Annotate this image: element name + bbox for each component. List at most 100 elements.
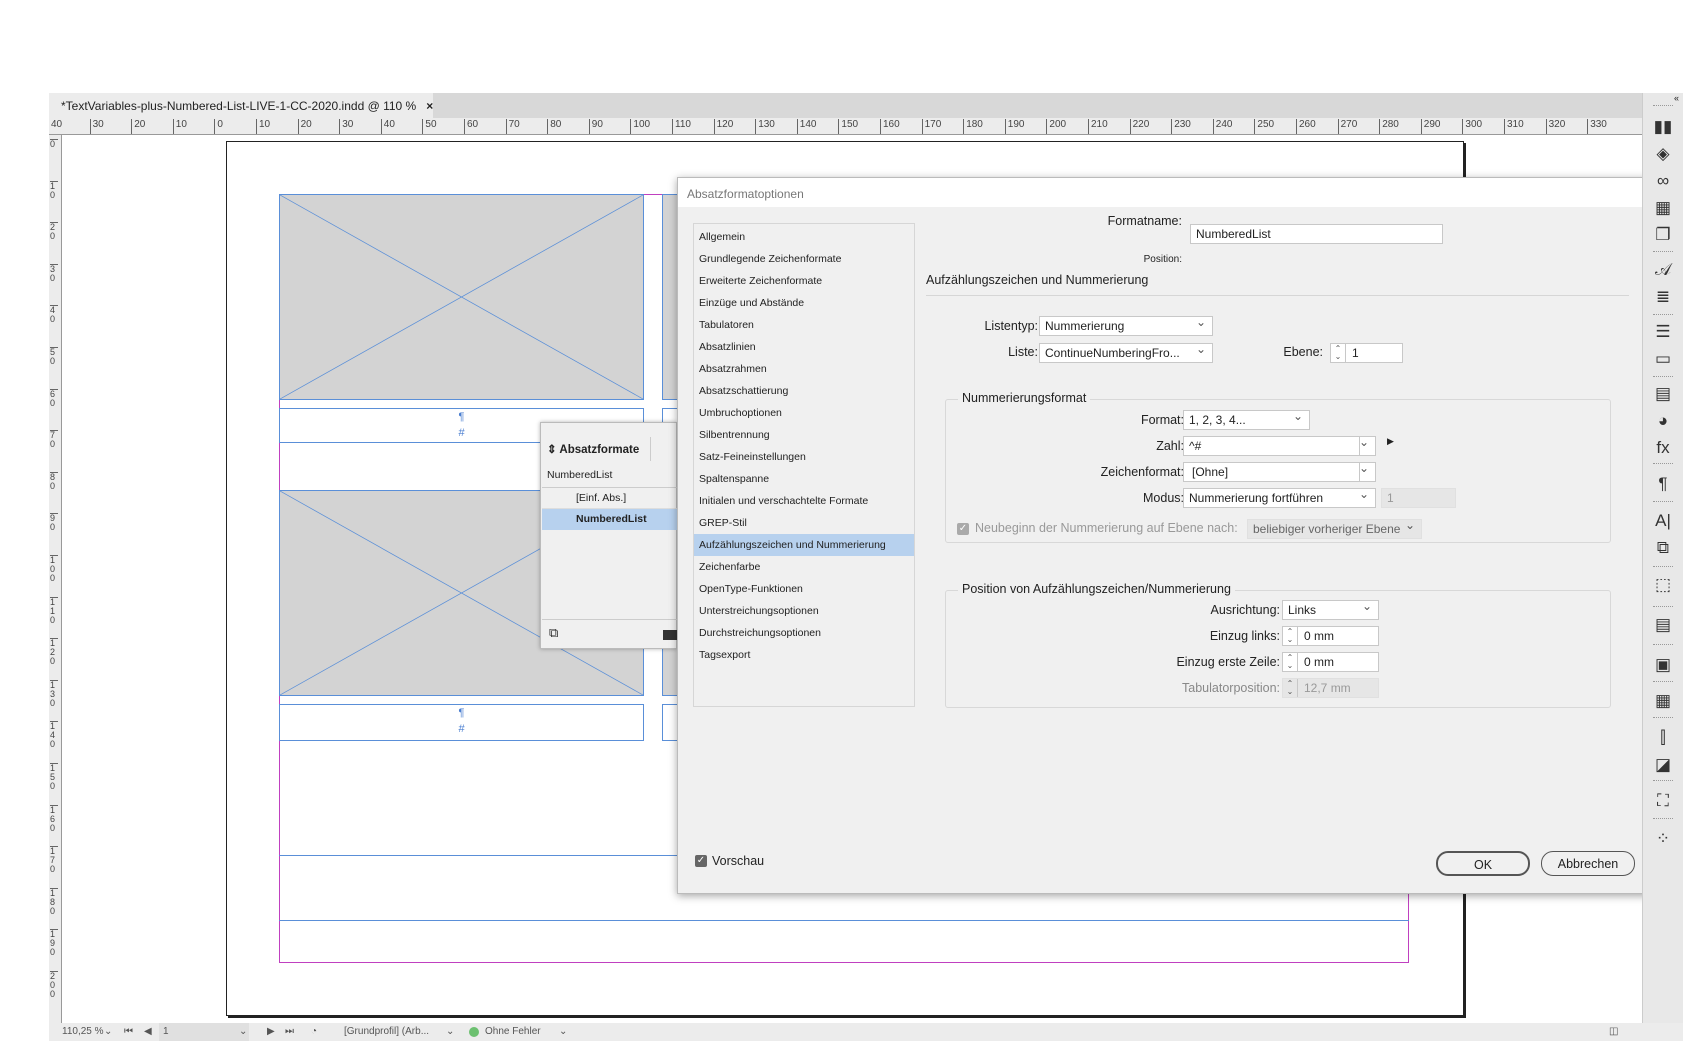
tabulatorposition-stepper[interactable]: ⌃ ⌄ 12,7 mm [1282, 678, 1379, 698]
chevron-down-icon[interactable] [1359, 463, 1375, 481]
text-frame[interactable]: ¶ # [279, 704, 644, 741]
table-icon[interactable]: ▦ [1651, 690, 1675, 712]
stepper-arrows-icon[interactable]: ⌃ ⌄ [1283, 627, 1298, 645]
panel-group-grip[interactable] [1653, 376, 1673, 379]
restart-level-select[interactable]: beliebiger vorheriger Ebene [1247, 519, 1422, 539]
chevron-down-icon[interactable] [1359, 437, 1375, 455]
stepper-arrows-icon[interactable]: ⌃ ⌄ [1283, 653, 1298, 671]
cancel-button[interactable]: Abbrechen [1541, 851, 1635, 876]
category-item[interactable]: Grundlegende Zeichenformate [694, 248, 914, 270]
style-item-selected[interactable]: NumberedList [542, 509, 677, 530]
vertical-ruler[interactable]: 0 10 20 30 40 50 60 70 80 90 100 110 120 130 140 150 160… [49, 135, 62, 1023]
panel-group-grip[interactable] [1653, 717, 1673, 720]
category-item[interactable]: Allgemein [694, 226, 914, 248]
split-window-icon[interactable]: ◫ [1609, 1026, 1618, 1037]
modus-select[interactable]: Nummerierung fortführen [1183, 488, 1376, 508]
panel-group-grip[interactable] [1653, 818, 1673, 821]
pages-icon[interactable]: ▮▮ [1651, 116, 1675, 138]
gradient-icon[interactable]: ▭ [1651, 348, 1675, 370]
category-item[interactable]: Durchstreichungsoptionen [694, 622, 914, 644]
transform-icon[interactable]: ⛶ [1651, 790, 1675, 812]
ausrichtung-select[interactable]: Links [1282, 600, 1379, 620]
first-page-icon[interactable]: ⏮ [124, 1026, 133, 1037]
category-item[interactable]: Absatzlinien [694, 336, 914, 358]
pathfinder-icon[interactable]: ◪ [1651, 754, 1675, 776]
listentyp-select[interactable]: Nummerierung [1039, 316, 1213, 336]
panel-group-grip[interactable] [1653, 251, 1673, 254]
cell-styles-icon[interactable]: ▣ [1651, 654, 1675, 676]
insert-special-character-arrow-icon[interactable]: ▶ [1387, 436, 1394, 447]
panel-group-grip[interactable] [1653, 463, 1673, 466]
close-tab-icon[interactable]: × [426, 99, 433, 113]
stroke-icon[interactable]: ≣ [1651, 286, 1675, 308]
swatches-icon[interactable]: ▦ [1651, 197, 1675, 219]
restart-checkbox[interactable]: ✓ [957, 523, 969, 535]
panel-group-grip[interactable] [1653, 566, 1673, 569]
document-tab[interactable]: *TextVariables-plus-Numbered-List-LIVE-1… [49, 93, 433, 118]
character-styles-icon[interactable]: 𝒜 [1651, 259, 1675, 281]
category-item[interactable]: Unterstreichungsoptionen [694, 600, 914, 622]
loading-icon[interactable]: ⁘ [1651, 828, 1675, 850]
lines-icon[interactable]: ☰ [1651, 321, 1675, 343]
liste-select[interactable]: ContinueNumberingFro... [1039, 343, 1213, 363]
frame-icon[interactable]: ⬚ [1651, 574, 1675, 596]
category-item[interactable]: Satz-Feineinstellungen [694, 446, 914, 468]
category-item[interactable]: GREP-Stil [694, 512, 914, 534]
formatname-input[interactable]: NumberedList [1190, 224, 1443, 244]
next-page-icon[interactable]: ▶ [267, 1026, 275, 1037]
einzug-links-stepper[interactable]: ⌃ ⌄ 0 mm [1282, 626, 1379, 646]
character-icon[interactable]: A| [1651, 510, 1675, 532]
preflight-profile[interactable]: [Grundprofil] (Arb... [344, 1026, 429, 1037]
category-item[interactable]: Initialen und verschachtelte Formate [694, 490, 914, 512]
format-select[interactable]: 1, 2, 3, 4... [1183, 410, 1310, 430]
paragraph-icon[interactable]: ¶ [1651, 473, 1675, 495]
text-wrap-icon[interactable]: ▤ [1651, 383, 1675, 405]
zahl-combo[interactable]: ^# [1183, 436, 1376, 456]
zoom-level[interactable]: 110,25 % [62, 1026, 104, 1037]
category-item[interactable]: Absatzschattierung [694, 380, 914, 402]
panel-tab[interactable]: ⇕ Absatzformate [541, 437, 651, 461]
category-item[interactable]: Einzüge und Abstände [694, 292, 914, 314]
load-styles-icon[interactable]: ⧉ [549, 625, 558, 641]
last-page-icon[interactable]: ⏭ [285, 1026, 294, 1037]
panel-group-grip[interactable] [1653, 105, 1673, 108]
panel-group-grip[interactable] [1653, 314, 1673, 317]
category-item[interactable]: OpenType-Funktionen [694, 578, 914, 600]
category-item[interactable]: Zeichenfarbe [694, 556, 914, 578]
start-at-input[interactable]: 1 [1381, 488, 1456, 508]
object-styles-icon[interactable]: ⧉ [1651, 537, 1675, 559]
cc-libraries-icon[interactable]: ❐ [1651, 224, 1675, 246]
effects-icon[interactable]: fx [1651, 437, 1675, 459]
horizontal-ruler[interactable]: 40 30 20 10 0 10 20 30 40 50 60 70 80 90 100 110 120 130 1… [49, 118, 1642, 135]
style-item[interactable]: [Einf. Abs.] [542, 488, 677, 509]
category-item[interactable]: Tabulatoren [694, 314, 914, 336]
preflight-status[interactable]: Ohne Fehler [485, 1026, 541, 1037]
ebene-stepper[interactable]: ⌃ ⌄ 1 [1330, 343, 1403, 363]
previous-page-icon[interactable]: ◀ [144, 1026, 152, 1037]
image-placeholder-frame[interactable] [279, 194, 644, 400]
preview-checkbox[interactable]: ✓ [695, 855, 707, 867]
links-icon[interactable]: ∞ [1651, 170, 1675, 192]
layers-icon[interactable]: ◈ [1651, 143, 1675, 165]
zeichenformat-combo[interactable]: [Ohne] [1183, 462, 1376, 482]
category-item[interactable]: Erweiterte Zeichenformate [694, 270, 914, 292]
panel-group-grip[interactable] [1653, 606, 1673, 609]
category-item[interactable]: Silbentrennung [694, 424, 914, 446]
open-page-icon[interactable]: ◔ [311, 1026, 317, 1037]
stepper-arrows-icon[interactable]: ⌃ ⌄ [1331, 344, 1346, 362]
page-number-field[interactable]: 1 [159, 1023, 249, 1041]
panel-group-grip[interactable] [1653, 681, 1673, 684]
category-item[interactable]: Umbruchoptionen [694, 402, 914, 424]
category-list[interactable]: Allgemein Grundlegende Zeichenformate Erwe… [693, 223, 915, 707]
page-dropdown-icon[interactable]: ⌄ [239, 1026, 247, 1037]
panel-group-grip[interactable] [1653, 501, 1673, 504]
align-icon[interactable]: ⫿ [1651, 727, 1675, 749]
collapse-icon[interactable]: ⇕ [547, 444, 559, 456]
category-item[interactable]: Spaltenspanne [694, 468, 914, 490]
panel-group-grip[interactable] [1653, 644, 1673, 647]
einzug-erste-stepper[interactable]: ⌃ ⌄ 0 mm [1282, 652, 1379, 672]
category-item[interactable]: Aufzählungszeichen und Nummerierung [694, 534, 914, 556]
category-item[interactable]: Absatzrahmen [694, 358, 914, 380]
ok-button[interactable]: OK [1436, 851, 1530, 876]
panel-group-grip[interactable] [1653, 780, 1673, 783]
